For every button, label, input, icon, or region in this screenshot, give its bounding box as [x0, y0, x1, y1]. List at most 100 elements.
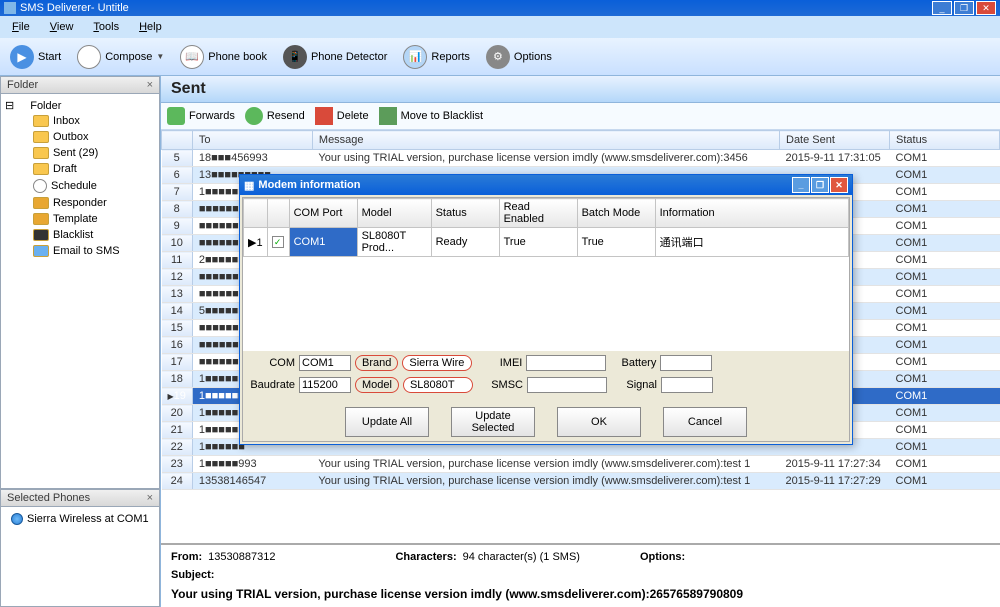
tree-item[interactable]: Draft: [5, 161, 155, 177]
modem-icon: [11, 513, 23, 525]
app-title: SMS Deliverer- Untitle: [20, 2, 129, 14]
folder-icon: [33, 229, 49, 241]
col-status[interactable]: Status: [890, 131, 1000, 150]
table-row[interactable]: 2413538146547Your using TRIAL version, p…: [162, 473, 1000, 490]
panel-close-icon[interactable]: ×: [147, 492, 153, 504]
detector-button[interactable]: 📱Phone Detector: [279, 43, 391, 71]
folder-icon: [33, 213, 49, 225]
folder-icon: [33, 197, 49, 209]
chars-label: Characters:: [395, 551, 456, 563]
menu-help[interactable]: Help: [131, 19, 170, 35]
folder-tree: ⊟Folder InboxOutboxSent (29)DraftSchedul…: [0, 94, 160, 489]
forward-icon: [167, 107, 185, 125]
dialog-maximize-button[interactable]: ❐: [811, 177, 829, 193]
tree-item[interactable]: Inbox: [5, 113, 155, 129]
table-row[interactable]: 231■■■■■993Your using TRIAL version, pur…: [162, 456, 1000, 473]
tree-item[interactable]: Template: [5, 211, 155, 227]
phone-icon: 📱: [283, 45, 307, 69]
dialog-minimize-button[interactable]: _: [792, 177, 810, 193]
brand-label: Brand: [355, 355, 398, 371]
tree-item[interactable]: Outbox: [5, 129, 155, 145]
message-body: Your using TRIAL version, purchase licen…: [171, 587, 990, 601]
reports-icon: 📊: [403, 45, 427, 69]
tree-item[interactable]: Email to SMS: [5, 243, 155, 259]
folder-icon: [33, 131, 49, 143]
ok-button[interactable]: OK: [557, 407, 641, 437]
menu-tools[interactable]: Tools: [85, 19, 127, 35]
minimize-button[interactable]: _: [932, 1, 952, 15]
chars-value: 94 character(s) (1 SMS): [463, 551, 580, 563]
maximize-button[interactable]: ❐: [954, 1, 974, 15]
resend-button[interactable]: Resend: [245, 107, 305, 125]
menu-bar: File View Tools Help: [0, 16, 1000, 38]
selected-phones-header: Selected Phones ×: [0, 489, 160, 507]
col-message[interactable]: Message: [312, 131, 779, 150]
update-all-button[interactable]: Update All: [345, 407, 429, 437]
battery-input[interactable]: [660, 355, 712, 371]
dialog-close-button[interactable]: ✕: [830, 177, 848, 193]
col-info[interactable]: Information: [655, 199, 848, 228]
col-to[interactable]: To: [192, 131, 312, 150]
options-button[interactable]: ⚙Options: [482, 43, 556, 71]
folder-icon: [33, 245, 49, 257]
play-icon: [10, 45, 34, 69]
menu-file[interactable]: File: [4, 19, 38, 35]
panel-close-icon[interactable]: ×: [147, 79, 153, 91]
col-model[interactable]: Model: [357, 199, 431, 228]
tree-item[interactable]: Schedule: [5, 177, 155, 195]
signal-input[interactable]: [661, 377, 713, 393]
model-input[interactable]: [403, 377, 473, 393]
col-comport[interactable]: COM Port: [289, 199, 357, 228]
checkbox-icon[interactable]: ✓: [272, 236, 284, 248]
col-date[interactable]: Date Sent: [780, 131, 890, 150]
tree-item[interactable]: Sent (29): [5, 145, 155, 161]
phone-item[interactable]: Sierra Wireless at COM1: [5, 511, 155, 527]
compose-icon: ✉: [77, 45, 101, 69]
tree-item[interactable]: Blacklist: [5, 227, 155, 243]
dialog-buttons: Update All Update Selected OK Cancel: [243, 403, 849, 441]
app-title-bar: SMS Deliverer- Untitle _ ❐ ✕: [0, 0, 1000, 16]
folder-icon: [33, 179, 47, 193]
close-button[interactable]: ✕: [976, 1, 996, 15]
dialog-icon: ▦: [244, 179, 254, 192]
modem-grid[interactable]: COM Port Model Status Read Enabled Batch…: [243, 198, 849, 351]
col-batch[interactable]: Batch Mode: [577, 199, 655, 228]
blacklist-button[interactable]: Move to Blacklist: [379, 107, 484, 125]
folder-icon: [33, 115, 49, 127]
col-read[interactable]: Read Enabled: [499, 199, 577, 228]
folder-panel-header: Folder ×: [0, 76, 160, 94]
com-label: COM: [249, 357, 295, 369]
model-label: Model: [355, 377, 399, 393]
forward-button[interactable]: Forwards: [167, 107, 235, 125]
content-title: Sent: [161, 76, 1000, 103]
delete-button[interactable]: Delete: [315, 107, 369, 125]
com-input[interactable]: [299, 355, 351, 371]
imei-label: IMEI: [476, 357, 522, 369]
delete-icon: [315, 107, 333, 125]
tree-root[interactable]: ⊟Folder: [5, 98, 155, 113]
dropdown-icon: ▼: [156, 52, 164, 61]
battery-label: Battery: [610, 357, 656, 369]
toolbar: Start ✉Compose▼ 📖Phone book 📱Phone Detec…: [0, 38, 1000, 76]
modem-info-dialog: ▦ Modem information _ ❐ ✕ COM Port Model…: [239, 174, 853, 445]
table-row[interactable]: 518■■■456993Your using TRIAL version, pu…: [162, 150, 1000, 167]
modem-row[interactable]: ▶1 ✓ COM1 SL8080T Prod... Ready True Tru…: [244, 228, 849, 257]
subject-label: Subject:: [171, 569, 214, 581]
compose-button[interactable]: ✉Compose▼: [73, 43, 168, 71]
tree-item[interactable]: Responder: [5, 195, 155, 211]
signal-label: Signal: [611, 379, 657, 391]
cancel-button[interactable]: Cancel: [663, 407, 747, 437]
dialog-title-bar[interactable]: ▦ Modem information _ ❐ ✕: [240, 175, 852, 195]
reports-button[interactable]: 📊Reports: [399, 43, 474, 71]
col-status[interactable]: Status: [431, 199, 499, 228]
baud-input[interactable]: [299, 377, 351, 393]
selected-phones-list: Sierra Wireless at COM1: [0, 507, 160, 607]
brand-input[interactable]: [402, 355, 472, 371]
imei-input[interactable]: [526, 355, 606, 371]
start-button[interactable]: Start: [6, 43, 65, 71]
blacklist-icon: [379, 107, 397, 125]
update-selected-button[interactable]: Update Selected: [451, 407, 535, 437]
phonebook-button[interactable]: 📖Phone book: [176, 43, 271, 71]
smsc-input[interactable]: [527, 377, 607, 393]
menu-view[interactable]: View: [42, 19, 82, 35]
